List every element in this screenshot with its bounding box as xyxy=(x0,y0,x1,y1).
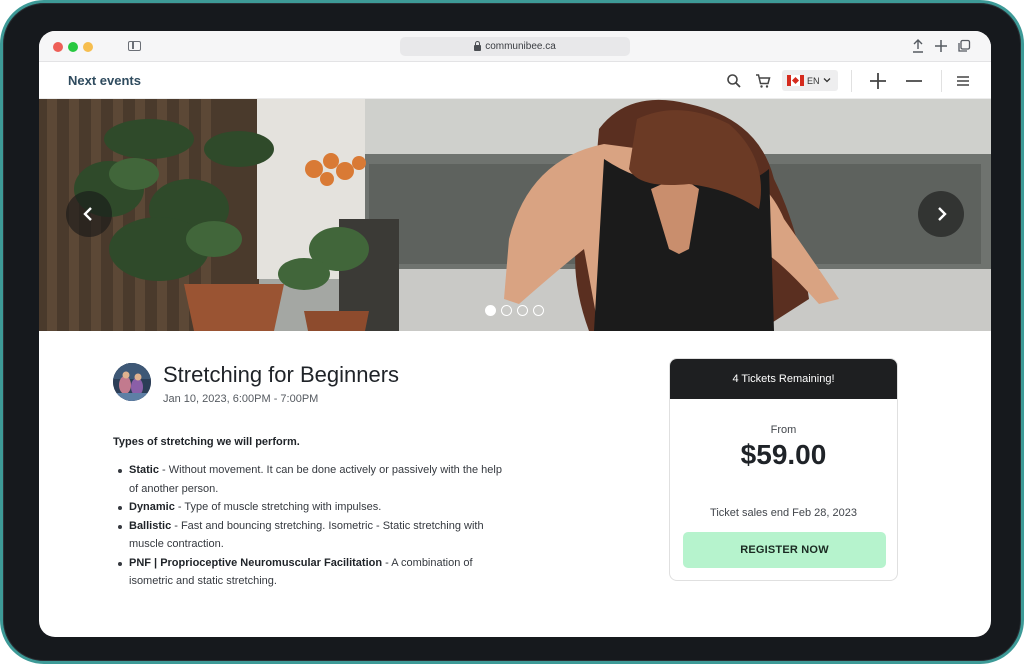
event-avatar xyxy=(113,363,151,401)
language-code: EN xyxy=(807,75,820,86)
list-item: Static - Without movement. It can be don… xyxy=(113,461,513,498)
hero-image xyxy=(39,99,991,331)
cart-icon[interactable] xyxy=(754,72,772,90)
event-date: Jan 10, 2023, 6:00PM - 7:00PM xyxy=(163,393,319,405)
close-window-button[interactable] xyxy=(53,42,63,52)
menu-icon[interactable] xyxy=(954,72,972,90)
divider xyxy=(941,70,942,92)
language-selector[interactable]: EN xyxy=(782,70,838,91)
list-item: PNF | Proprioceptive Neuromuscular Facil… xyxy=(113,554,513,591)
divider xyxy=(851,70,852,92)
stretching-types-list: Static - Without movement. It can be don… xyxy=(113,461,513,591)
minimize-window-button[interactable] xyxy=(83,42,93,52)
list-item-term: PNF | Proprioceptive Neuromuscular Facil… xyxy=(129,556,383,569)
site-header: Next events EN xyxy=(39,63,991,99)
new-tab-icon[interactable] xyxy=(934,39,948,53)
zoom-in-icon[interactable] xyxy=(869,72,887,90)
carousel-indicators xyxy=(485,305,544,316)
search-icon[interactable] xyxy=(725,72,743,90)
register-button[interactable]: REGISTER NOW xyxy=(683,532,886,568)
list-item-term: Ballistic xyxy=(129,519,172,532)
canada-flag-icon xyxy=(787,75,804,86)
ticket-price: $59.00 xyxy=(740,439,827,470)
zoom-out-icon[interactable] xyxy=(905,72,923,90)
chevron-right-icon xyxy=(938,207,947,221)
list-item: Dynamic - Type of muscle stretching with… xyxy=(113,498,513,517)
carousel-prev-button[interactable] xyxy=(66,191,112,237)
maximize-window-button[interactable] xyxy=(68,42,78,52)
chevron-left-icon xyxy=(83,207,92,221)
browser-window: communibee.ca Next events EN Stretching … xyxy=(39,31,991,637)
list-item-text: - Without movement. It can be done activ… xyxy=(129,464,502,495)
description-heading: Types of stretching we will perform. xyxy=(113,436,300,448)
nav-title[interactable]: Next events xyxy=(68,73,141,88)
address-bar[interactable]: communibee.ca xyxy=(400,37,630,56)
carousel-dot[interactable] xyxy=(485,305,496,316)
price-from-label: From xyxy=(770,424,797,436)
carousel-dot[interactable] xyxy=(501,305,512,316)
list-item-text: - Type of muscle stretching with impulse… xyxy=(174,501,382,513)
tablet-frame: communibee.ca Next events EN Stretching … xyxy=(0,0,1024,664)
carousel-next-button[interactable] xyxy=(918,191,964,237)
lock-icon xyxy=(474,40,482,51)
event-title: Stretching for Beginners xyxy=(163,362,400,387)
hero-carousel xyxy=(39,99,991,331)
share-icon[interactable] xyxy=(911,39,925,53)
address-bar-url: communibee.ca xyxy=(485,41,556,52)
tickets-remaining-banner: 4 Tickets Remaining! xyxy=(670,359,897,399)
list-item-term: Static xyxy=(129,464,159,476)
list-item: Ballistic - Fast and bouncing stretching… xyxy=(113,517,513,554)
chevron-down-icon xyxy=(823,76,831,86)
sidebar-toggle-icon[interactable] xyxy=(128,41,141,51)
carousel-dot[interactable] xyxy=(533,305,544,316)
carousel-dot[interactable] xyxy=(517,305,528,316)
browser-toolbar: communibee.ca xyxy=(39,31,991,62)
ticket-sales-end: Ticket sales end Feb 28, 2023 xyxy=(710,507,857,519)
list-item-term: Dynamic xyxy=(129,501,175,513)
ticket-card: 4 Tickets Remaining! From $59.00 Ticket … xyxy=(669,358,898,581)
tab-overview-icon[interactable] xyxy=(957,39,971,53)
list-item-text: - Fast and bouncing stretching. Isometri… xyxy=(129,519,484,551)
